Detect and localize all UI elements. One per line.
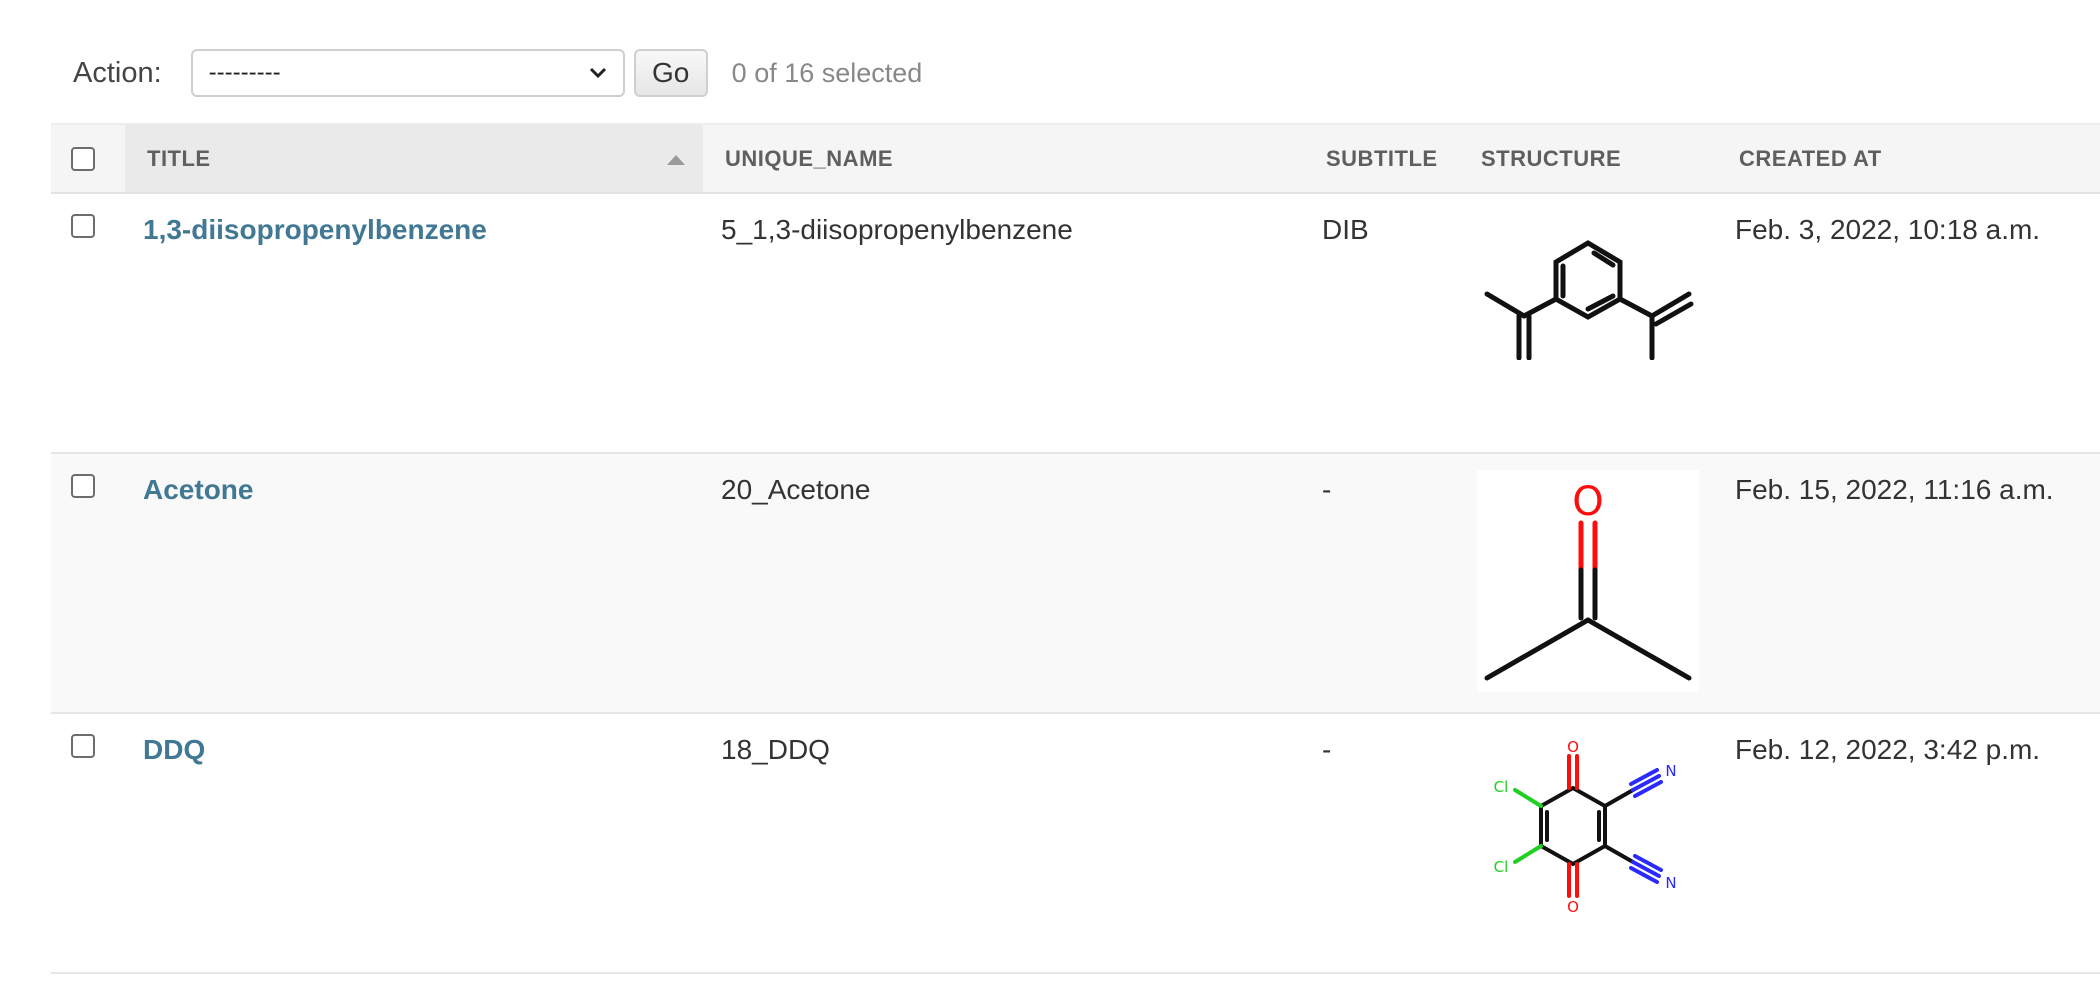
column-header-created-at[interactable]: CREATED AT bbox=[1717, 124, 2100, 193]
chlorine-atom-label: Cl bbox=[1494, 778, 1509, 796]
sort-ascending-icon[interactable] bbox=[667, 155, 685, 165]
nitrogen-atom-label: N bbox=[1665, 762, 1676, 780]
unique-name-cell: 20_Acetone bbox=[721, 474, 871, 505]
results-table: TITLE UNIQUE_NAME SUBTITLE STRUCTURE CRE… bbox=[51, 123, 2100, 974]
column-header-subtitle[interactable]: SUBTITLE bbox=[1304, 124, 1459, 193]
oxygen-atom-label: O bbox=[1567, 738, 1579, 756]
column-header-title-label: TITLE bbox=[147, 145, 211, 171]
column-header-structure[interactable]: STRUCTURE bbox=[1459, 124, 1717, 193]
oxygen-atom-label: O bbox=[1572, 479, 1603, 525]
row-checkbox[interactable] bbox=[71, 734, 95, 758]
table-header-row: TITLE UNIQUE_NAME SUBTITLE STRUCTURE CRE… bbox=[51, 124, 2100, 193]
action-label: Action: bbox=[73, 56, 162, 89]
1,3-diisopropenylbenzene-structure-icon bbox=[1484, 240, 1694, 360]
column-header-unique-name[interactable]: UNIQUE_NAME bbox=[703, 124, 1304, 193]
nitrogen-atom-label: N bbox=[1665, 874, 1676, 892]
chlorine-atom-label: Cl bbox=[1494, 858, 1509, 876]
table-row: 1,3-diisopropenylbenzene 5_1,3-diisoprop… bbox=[51, 193, 2100, 453]
title-link[interactable]: 1,3-diisopropenylbenzene bbox=[143, 194, 703, 246]
actions-bar: Action: --------- Go 0 of 16 selected bbox=[51, 47, 2100, 99]
unique-name-cell: 18_DDQ bbox=[721, 734, 830, 765]
select-all-checkbox[interactable] bbox=[71, 146, 95, 171]
title-link[interactable]: DDQ bbox=[143, 714, 703, 766]
row-checkbox[interactable] bbox=[71, 474, 95, 498]
acetone-structure-icon: O bbox=[1477, 470, 1699, 692]
go-button[interactable]: Go bbox=[633, 49, 708, 97]
selection-counter: 0 of 16 selected bbox=[731, 57, 923, 88]
row-checkbox[interactable] bbox=[71, 214, 95, 238]
subtitle-cell: - bbox=[1322, 474, 1332, 505]
unique-name-cell: 5_1,3-diisopropenylbenzene bbox=[721, 214, 1073, 245]
ddq-structure-icon: O O Cl Cl N N bbox=[1494, 738, 1677, 916]
created-at-cell: Feb. 3, 2022, 10:18 a.m. bbox=[1735, 214, 2041, 245]
table-row: Acetone 20_Acetone - O Feb. 15, 2022, 11… bbox=[51, 453, 2100, 713]
title-link[interactable]: Acetone bbox=[143, 454, 703, 506]
action-select[interactable]: --------- bbox=[190, 49, 625, 97]
action-select-value: --------- bbox=[208, 59, 281, 86]
subtitle-cell: - bbox=[1322, 734, 1332, 765]
created-at-cell: Feb. 12, 2022, 3:42 p.m. bbox=[1735, 734, 2041, 765]
chevron-down-icon bbox=[589, 67, 606, 79]
column-header-title[interactable]: TITLE bbox=[125, 124, 703, 193]
created-at-cell: Feb. 15, 2022, 11:16 a.m. bbox=[1735, 474, 2054, 505]
table-row: DDQ 18_DDQ - O O Cl Cl N N Feb. 12, 2022… bbox=[51, 713, 2100, 973]
oxygen-atom-label: O bbox=[1567, 898, 1579, 916]
subtitle-cell: DIB bbox=[1322, 214, 1369, 245]
